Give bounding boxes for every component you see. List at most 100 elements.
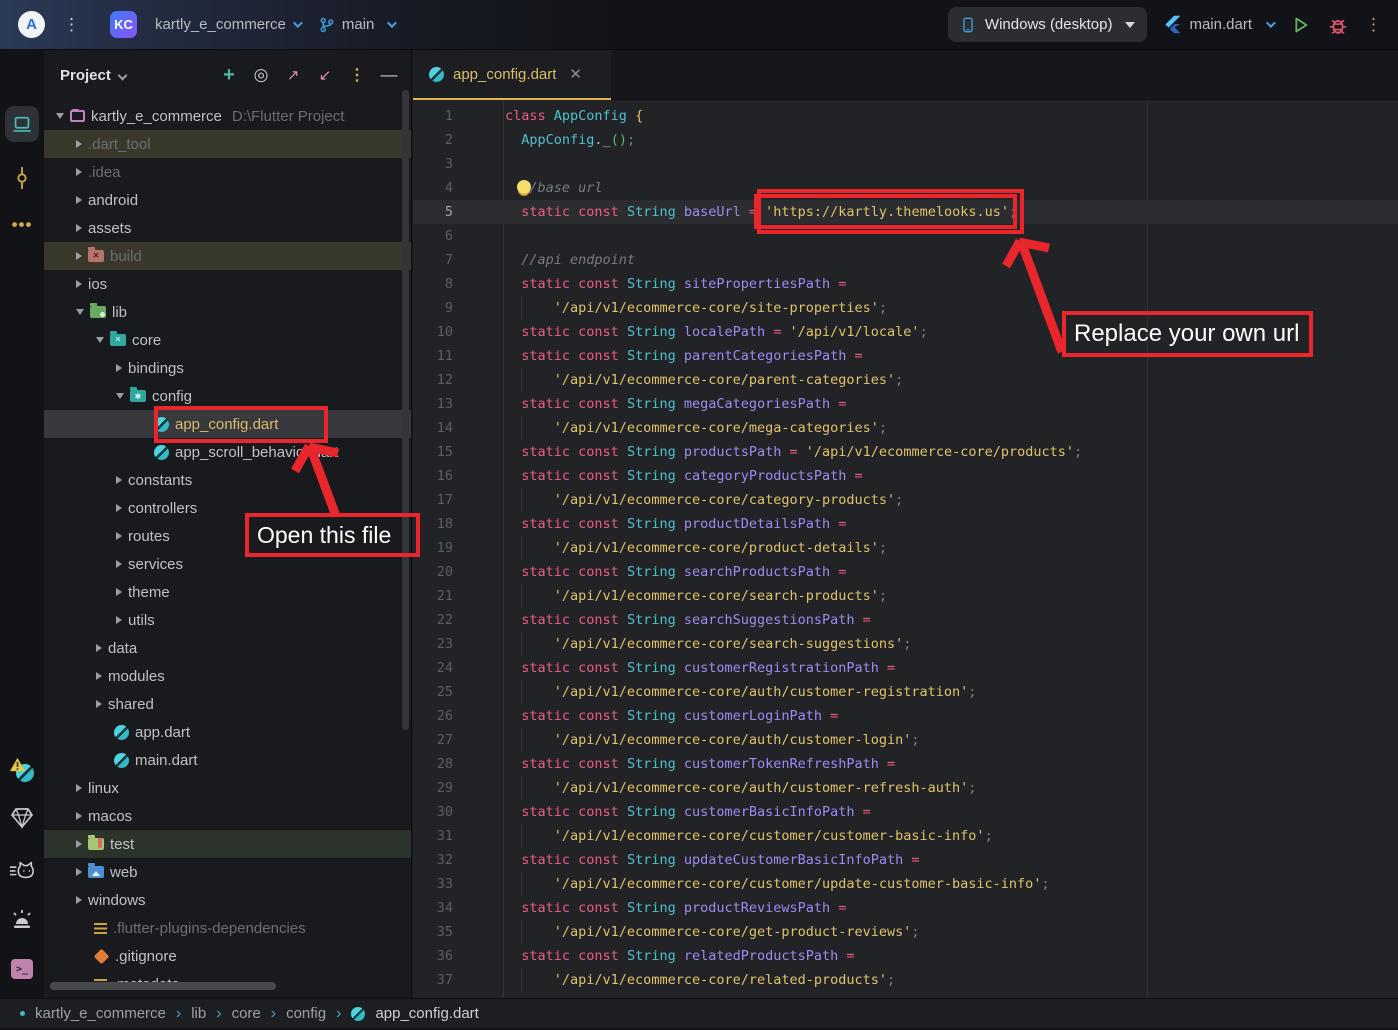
expand-arrow-icon[interactable] — [116, 504, 122, 512]
line-number-19[interactable]: 19 — [413, 536, 503, 560]
breadcrumb-item-app-config-dart[interactable]: app_config.dart — [375, 1005, 478, 1022]
line-number-15[interactable]: 15 — [413, 440, 503, 464]
tree-vertical-scrollbar[interactable] — [402, 90, 409, 730]
code-line-21[interactable]: '/api/v1/ecommerce-core/search-products'… — [503, 584, 1398, 608]
line-number-9[interactable]: 9 — [413, 296, 503, 320]
commit-tool-button[interactable] — [0, 158, 44, 198]
tree-item-build[interactable]: build — [44, 242, 411, 270]
branch-selector[interactable]: main — [318, 16, 395, 34]
expand-arrow-icon[interactable] — [76, 868, 82, 876]
tree-item-windows[interactable]: windows — [44, 886, 411, 914]
tree-item-assets[interactable]: assets — [44, 214, 411, 242]
tree-item-utils[interactable]: utils — [44, 606, 411, 634]
inspector-tool-button[interactable] — [0, 798, 44, 838]
hide-panel-button[interactable]: — — [377, 65, 401, 85]
code-line-27[interactable]: '/api/v1/ecommerce-core/auth/customer-lo… — [503, 728, 1398, 752]
code-line-35[interactable]: '/api/v1/ecommerce-core/get-product-revi… — [503, 920, 1398, 944]
line-number-14[interactable]: 14 — [413, 416, 503, 440]
tab-app-config-dart[interactable]: app_config.dart ✕ — [413, 50, 611, 100]
expand-all-button[interactable]: ↗ — [281, 66, 305, 84]
project-selector[interactable]: kartly_e_commerce — [155, 16, 300, 33]
code-line-17[interactable]: '/api/v1/ecommerce-core/category-product… — [503, 488, 1398, 512]
panel-options-kebab-icon[interactable]: ⋮ — [345, 65, 369, 85]
expand-arrow-icon[interactable] — [76, 196, 82, 204]
line-number-12[interactable]: 12 — [413, 368, 503, 392]
breadcrumb-item-config[interactable]: config — [286, 1005, 326, 1022]
tree-item-app-scroll-behavior-dart[interactable]: app_scroll_behavior.dart — [44, 438, 411, 466]
code-line-32[interactable]: static const String updateCustomerBasicI… — [503, 848, 1398, 872]
code-line-36[interactable]: static const String relatedProductsPath … — [503, 944, 1398, 968]
line-number-26[interactable]: 26 — [413, 704, 503, 728]
line-number-7[interactable]: 7 — [413, 248, 503, 272]
line-number-35[interactable]: 35 — [413, 920, 503, 944]
code-line-33[interactable]: '/api/v1/ecommerce-core/customer/update-… — [503, 872, 1398, 896]
tree-item--dart-tool[interactable]: .dart_tool — [44, 130, 411, 158]
line-number-29[interactable]: 29 — [413, 776, 503, 800]
project-tool-button[interactable] — [0, 105, 44, 145]
tree-item-constants[interactable]: constants — [44, 466, 411, 494]
code-line-28[interactable]: static const String customerTokenRefresh… — [503, 752, 1398, 776]
tree-item--idea[interactable]: .idea — [44, 158, 411, 186]
device-selector[interactable]: Windows (desktop) — [948, 7, 1148, 42]
tree-item-data[interactable]: data — [44, 634, 411, 662]
add-button[interactable]: + — [217, 64, 241, 87]
line-number-28[interactable]: 28 — [413, 752, 503, 776]
tree-item-android[interactable]: android — [44, 186, 411, 214]
expand-arrow-icon[interactable] — [76, 784, 82, 792]
line-number-32[interactable]: 32 — [413, 848, 503, 872]
expand-arrow-icon[interactable] — [76, 168, 82, 176]
code-line-20[interactable]: static const String searchProductsPath = — [503, 560, 1398, 584]
line-number-33[interactable]: 33 — [413, 872, 503, 896]
dart-analysis-tool-button[interactable] — [0, 750, 44, 790]
tree-item-services[interactable]: services — [44, 550, 411, 578]
code-line-26[interactable]: static const String customerLoginPath = — [503, 704, 1398, 728]
code-line-15[interactable]: static const String productsPath = '/api… — [503, 440, 1398, 464]
expand-arrow-icon[interactable] — [96, 644, 102, 652]
code-line-13[interactable]: static const String megaCategoriesPath = — [503, 392, 1398, 416]
collapse-all-button[interactable]: ↙ — [313, 66, 337, 84]
expand-arrow-icon[interactable] — [116, 616, 122, 624]
expand-arrow-icon[interactable] — [116, 560, 122, 568]
code-line-8[interactable]: static const String sitePropertiesPath = — [503, 272, 1398, 296]
code-line-23[interactable]: '/api/v1/ecommerce-core/search-suggestio… — [503, 632, 1398, 656]
expand-arrow-icon[interactable] — [76, 896, 82, 904]
expand-arrow-icon[interactable] — [76, 140, 82, 148]
code-line-6[interactable] — [503, 224, 1398, 248]
line-number-3[interactable]: 3 — [413, 152, 503, 176]
code-line-22[interactable]: static const String searchSuggestionsPat… — [503, 608, 1398, 632]
expand-arrow-icon[interactable] — [76, 309, 84, 315]
line-number-22[interactable]: 22 — [413, 608, 503, 632]
code-line-16[interactable]: static const String categoryProductsPath… — [503, 464, 1398, 488]
line-number-20[interactable]: 20 — [413, 560, 503, 584]
more-tool-windows-button[interactable]: ••• — [0, 205, 44, 245]
code-line-11[interactable]: static const String parentCategoriesPath… — [503, 344, 1398, 368]
code-line-3[interactable] — [503, 152, 1398, 176]
line-number-16[interactable]: 16 — [413, 464, 503, 488]
panel-title[interactable]: Project — [60, 67, 111, 84]
code-line-37[interactable]: '/api/v1/ecommerce-core/related-products… — [503, 968, 1398, 992]
tree-item-controllers[interactable]: controllers — [44, 494, 411, 522]
close-tab-icon[interactable]: ✕ — [569, 65, 582, 83]
line-number-5[interactable]: 5 — [413, 200, 503, 224]
code-line-31[interactable]: '/api/v1/ecommerce-core/customer/custome… — [503, 824, 1398, 848]
tree-item-linux[interactable]: linux — [44, 774, 411, 802]
tree-item-modules[interactable]: modules — [44, 662, 411, 690]
intention-bulb-icon[interactable] — [517, 180, 531, 194]
line-number-11[interactable]: 11 — [413, 344, 503, 368]
expand-arrow-icon[interactable] — [96, 672, 102, 680]
code-line-2[interactable]: AppConfig._(); — [503, 128, 1398, 152]
tree-item-test[interactable]: test — [44, 830, 411, 858]
breadcrumb-item-lib[interactable]: lib — [191, 1005, 206, 1022]
expand-arrow-icon[interactable] — [56, 113, 64, 119]
line-number-34[interactable]: 34 — [413, 896, 503, 920]
tree-item-config[interactable]: config — [44, 382, 411, 410]
code-line-9[interactable]: '/api/v1/ecommerce-core/site-properties'… — [503, 296, 1398, 320]
tree-item-macos[interactable]: macos — [44, 802, 411, 830]
tree-horizontal-scrollbar[interactable] — [50, 982, 276, 990]
code-line-1[interactable]: class AppConfig { — [503, 104, 1398, 128]
project-badge-icon[interactable]: KC — [110, 11, 137, 38]
line-number-18[interactable]: 18 — [413, 512, 503, 536]
code-line-18[interactable]: static const String productDetailsPath = — [503, 512, 1398, 536]
code-line-4[interactable]: /base url — [503, 176, 1398, 200]
breadcrumb-item-core[interactable]: core — [232, 1005, 261, 1022]
